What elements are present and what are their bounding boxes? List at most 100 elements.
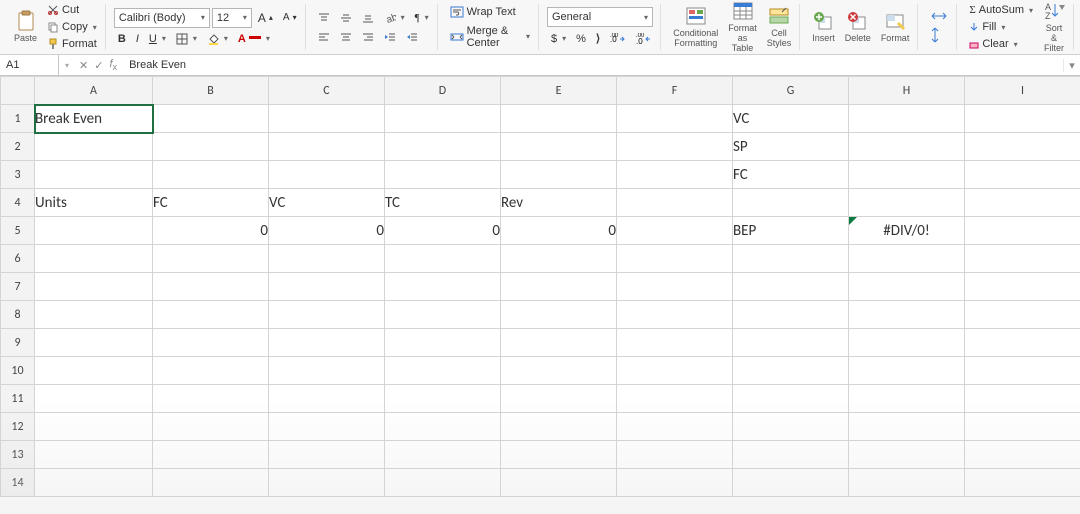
- row-header-9[interactable]: 9: [1, 329, 35, 357]
- cell-A3[interactable]: [35, 161, 153, 189]
- column-width-button[interactable]: [926, 9, 952, 23]
- bold-button[interactable]: B: [114, 31, 130, 47]
- cell-A7[interactable]: [35, 273, 153, 301]
- cell-F3[interactable]: [617, 161, 733, 189]
- cell-I12[interactable]: [965, 413, 1080, 441]
- cell-E13[interactable]: [501, 441, 617, 469]
- row-header-13[interactable]: 13: [1, 441, 35, 469]
- cell-G4[interactable]: [733, 189, 849, 217]
- insert-button[interactable]: Insert: [808, 8, 839, 46]
- cell-H4[interactable]: [849, 189, 965, 217]
- increase-font-button[interactable]: A▴: [254, 9, 277, 27]
- cell-D6[interactable]: [385, 245, 501, 273]
- cell-D11[interactable]: [385, 385, 501, 413]
- percent-button[interactable]: %: [572, 31, 590, 47]
- cell-G13[interactable]: [733, 441, 849, 469]
- cell-F5[interactable]: [617, 217, 733, 245]
- cell-B12[interactable]: [153, 413, 269, 441]
- cell-E7[interactable]: [501, 273, 617, 301]
- cell-A2[interactable]: [35, 133, 153, 161]
- delete-button[interactable]: Delete: [841, 8, 875, 46]
- cell-E14[interactable]: [501, 469, 617, 497]
- cell-C8[interactable]: [269, 301, 385, 329]
- cell-C7[interactable]: [269, 273, 385, 301]
- cell-B9[interactable]: [153, 329, 269, 357]
- cell-I13[interactable]: [965, 441, 1080, 469]
- format-painter-button[interactable]: Format: [43, 36, 101, 52]
- cell-F10[interactable]: [617, 357, 733, 385]
- cell-C5[interactable]: 0: [269, 217, 385, 245]
- cell-I14[interactable]: [965, 469, 1080, 497]
- cell-I1[interactable]: [965, 105, 1080, 133]
- cell-I4[interactable]: [965, 189, 1080, 217]
- name-box-dropdown[interactable]: ▾: [61, 61, 73, 70]
- border-button[interactable]: ▾: [172, 31, 201, 47]
- cell-E4[interactable]: Rev: [501, 189, 617, 217]
- align-left-button[interactable]: [314, 29, 334, 45]
- row-header-2[interactable]: 2: [1, 133, 35, 161]
- orientation-button[interactable]: ab▾: [380, 10, 409, 26]
- col-header-E[interactable]: E: [501, 77, 617, 105]
- align-top-button[interactable]: [314, 10, 334, 26]
- cell-G14[interactable]: [733, 469, 849, 497]
- row-header-5[interactable]: 5: [1, 217, 35, 245]
- cell-E6[interactable]: [501, 245, 617, 273]
- cell-I6[interactable]: [965, 245, 1080, 273]
- cell-F4[interactable]: [617, 189, 733, 217]
- row-header-8[interactable]: 8: [1, 301, 35, 329]
- conditional-formatting-button[interactable]: ConditionalFormatting: [669, 3, 722, 51]
- align-middle-button[interactable]: [336, 10, 356, 26]
- sort-filter-button[interactable]: AZ Sort &Filter: [1039, 0, 1069, 56]
- cell-I5[interactable]: [965, 217, 1080, 245]
- cell-A1[interactable]: Break Even: [35, 105, 153, 133]
- cell-I2[interactable]: [965, 133, 1080, 161]
- cell-D1[interactable]: [385, 105, 501, 133]
- row-height-button[interactable]: [926, 24, 952, 46]
- align-right-button[interactable]: [358, 29, 378, 45]
- fill-button[interactable]: Fill▾: [965, 19, 1037, 35]
- italic-button[interactable]: I: [132, 31, 143, 47]
- merge-center-button[interactable]: Merge & Center▾: [446, 23, 534, 51]
- cell-H10[interactable]: [849, 357, 965, 385]
- cell-B3[interactable]: [153, 161, 269, 189]
- row-header-12[interactable]: 12: [1, 413, 35, 441]
- show-formatting-button[interactable]: ¶▾: [411, 10, 433, 26]
- cell-E8[interactable]: [501, 301, 617, 329]
- cell-D5[interactable]: 0: [385, 217, 501, 245]
- col-header-A[interactable]: A: [35, 77, 153, 105]
- cell-A6[interactable]: [35, 245, 153, 273]
- row-header-10[interactable]: 10: [1, 357, 35, 385]
- cell-B4[interactable]: FC: [153, 189, 269, 217]
- cell-F8[interactable]: [617, 301, 733, 329]
- enter-formula-icon[interactable]: ✓: [94, 59, 103, 72]
- cell-G5[interactable]: BEP: [733, 217, 849, 245]
- cell-I7[interactable]: [965, 273, 1080, 301]
- cell-D13[interactable]: [385, 441, 501, 469]
- align-bottom-button[interactable]: [358, 10, 378, 26]
- cell-I11[interactable]: [965, 385, 1080, 413]
- cell-C6[interactable]: [269, 245, 385, 273]
- underline-button[interactable]: U▾: [145, 31, 170, 47]
- row-header-3[interactable]: 3: [1, 161, 35, 189]
- cell-A13[interactable]: [35, 441, 153, 469]
- col-header-F[interactable]: F: [617, 77, 733, 105]
- cell-H12[interactable]: [849, 413, 965, 441]
- cell-H7[interactable]: [849, 273, 965, 301]
- cell-D8[interactable]: [385, 301, 501, 329]
- increase-decimal-button[interactable]: .0.00: [606, 31, 630, 47]
- cancel-formula-icon[interactable]: ✕: [79, 59, 88, 72]
- cell-B10[interactable]: [153, 357, 269, 385]
- cell-D4[interactable]: TC: [385, 189, 501, 217]
- cell-G9[interactable]: [733, 329, 849, 357]
- cell-F11[interactable]: [617, 385, 733, 413]
- align-center-button[interactable]: [336, 29, 356, 45]
- cell-B7[interactable]: [153, 273, 269, 301]
- cell-E3[interactable]: [501, 161, 617, 189]
- cell-G12[interactable]: [733, 413, 849, 441]
- cell-C9[interactable]: [269, 329, 385, 357]
- cell-H9[interactable]: [849, 329, 965, 357]
- format-cells-button[interactable]: Format: [877, 8, 914, 46]
- cell-C12[interactable]: [269, 413, 385, 441]
- cell-H2[interactable]: [849, 133, 965, 161]
- cell-H6[interactable]: [849, 245, 965, 273]
